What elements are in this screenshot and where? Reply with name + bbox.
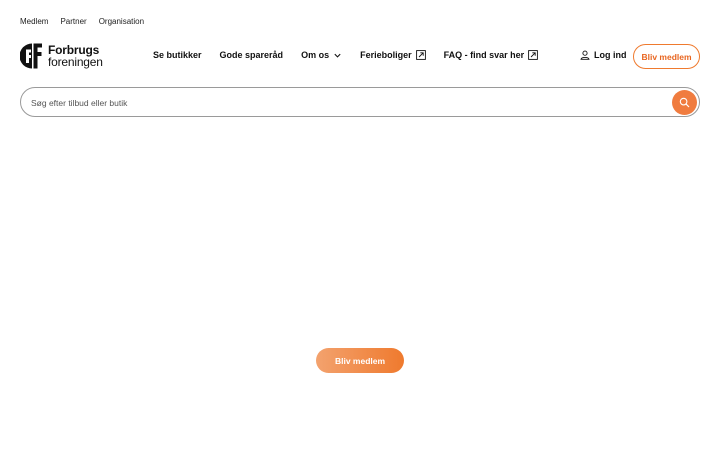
topbar-link-partner[interactable]: Partner <box>60 17 86 26</box>
join-button-header[interactable]: Bliv medlem <box>633 44 700 69</box>
nav-item-label: Om os <box>301 50 330 60</box>
site-logo[interactable]: Forbrugs foreningen <box>20 43 103 69</box>
join-button-main[interactable]: Bliv medlem <box>316 348 404 373</box>
top-utility-nav: Medlem Partner Organisation <box>20 17 144 26</box>
search-button[interactable] <box>672 90 697 115</box>
nav-item-label: Gode spareråd <box>219 50 284 60</box>
nav-item-label: FAQ - find svar her <box>443 50 525 60</box>
nav-item-se-butikker[interactable]: Se butikker <box>153 50 202 60</box>
search-bar <box>20 87 700 117</box>
forbrugsforeningen-logo-icon <box>20 43 42 69</box>
logo-line-2: foreningen <box>48 55 103 69</box>
login-label: Log ind <box>594 50 627 60</box>
nav-item-ferieboliger[interactable]: Ferieboliger <box>360 50 426 60</box>
logo-wordmark: Forbrugs foreningen <box>48 44 103 68</box>
search-input[interactable] <box>31 95 631 111</box>
topbar-link-organisation[interactable]: Organisation <box>99 17 144 26</box>
user-icon <box>580 50 590 60</box>
main-nav: Se butikker Gode spareråd Om os Feriebol… <box>153 48 538 62</box>
chevron-down-icon <box>334 53 341 58</box>
nav-item-faq[interactable]: FAQ - find svar her <box>444 50 539 60</box>
search-icon <box>679 97 690 108</box>
external-link-icon <box>415 50 426 60</box>
nav-item-gode-sparerad[interactable]: Gode spareråd <box>220 50 284 60</box>
nav-item-label: Se butikker <box>153 50 202 60</box>
nav-item-label: Ferieboliger <box>360 50 412 60</box>
nav-item-om-os[interactable]: Om os <box>301 50 342 60</box>
external-link-icon <box>528 50 538 60</box>
topbar-link-medlem[interactable]: Medlem <box>20 17 48 26</box>
login-link[interactable]: Log ind <box>580 50 627 60</box>
